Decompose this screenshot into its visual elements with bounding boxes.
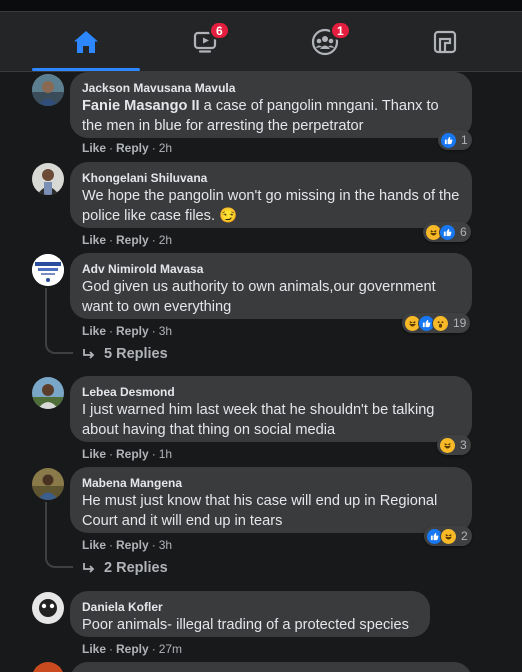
avatar[interactable] bbox=[32, 254, 64, 286]
top-navigation-bar: 6 1 bbox=[0, 12, 522, 72]
reaction-count: 19 bbox=[453, 316, 467, 330]
comment-bubble: Jackson Mavusana Mavula Fanie Masango II… bbox=[70, 72, 472, 138]
avatar[interactable] bbox=[32, 468, 64, 500]
watch-notification-badge: 6 bbox=[209, 21, 230, 40]
reply-link[interactable]: Reply bbox=[116, 538, 149, 552]
comment-actions: Like · Reply · 3h bbox=[82, 538, 173, 552]
nav-tab-home[interactable] bbox=[21, 12, 151, 72]
nav-tab-groups[interactable]: 1 bbox=[260, 12, 390, 72]
like-link[interactable]: Like bbox=[82, 538, 106, 552]
comment-time[interactable]: 3h bbox=[159, 324, 172, 338]
avatar[interactable] bbox=[32, 163, 64, 195]
reaction-summary[interactable]: 2 bbox=[424, 526, 472, 546]
browser-top-strip bbox=[0, 0, 522, 12]
avatar[interactable] bbox=[32, 74, 64, 106]
comment-text: He must just know that his case will end… bbox=[82, 493, 438, 529]
nav-tab-watch[interactable]: 6 bbox=[141, 12, 271, 72]
avatar[interactable] bbox=[32, 592, 64, 624]
comment-author[interactable]: Lebea Desmond bbox=[82, 384, 460, 400]
reaction-summary[interactable]: 3 bbox=[437, 435, 471, 455]
like-link[interactable]: Like bbox=[82, 447, 106, 461]
reply-link[interactable]: Reply bbox=[116, 324, 149, 338]
comment-bubble: Mabena Mangena He must just know that hi… bbox=[70, 467, 472, 533]
haha-icon bbox=[440, 527, 457, 545]
avatar[interactable] bbox=[32, 662, 64, 672]
comment-time[interactable]: 1h bbox=[159, 447, 172, 461]
reply-link[interactable]: Reply bbox=[116, 141, 149, 155]
haha-icon bbox=[439, 436, 456, 454]
reply-link[interactable]: Reply bbox=[116, 642, 149, 656]
comment-author[interactable]: Daniela Kofler bbox=[82, 599, 418, 615]
active-tab-indicator bbox=[32, 68, 140, 71]
reply-thread-line bbox=[45, 288, 73, 354]
nav-tab-gaming[interactable] bbox=[380, 12, 510, 72]
replies-count-label: 5 Replies bbox=[104, 346, 168, 362]
like-link[interactable]: Like bbox=[82, 141, 106, 155]
comment-author[interactable]: Mabena Mangena bbox=[82, 475, 460, 491]
reply-arrow-icon bbox=[83, 563, 95, 573]
avatar[interactable] bbox=[32, 377, 64, 409]
comment-mention[interactable]: Fanie Masango II bbox=[82, 98, 200, 114]
comment-text: I just warned him last week that he shou… bbox=[82, 402, 435, 438]
comment-time[interactable]: 2h bbox=[159, 141, 172, 155]
view-replies-link[interactable]: 2 Replies bbox=[82, 560, 168, 576]
comment-text: Poor animals- illegal trading of a prote… bbox=[82, 617, 409, 633]
comment-author[interactable]: Adv Nimirold Mavasa bbox=[82, 261, 460, 277]
reaction-count: 1 bbox=[461, 133, 468, 147]
like-link[interactable]: Like bbox=[82, 324, 106, 338]
replies-count-label: 2 Replies bbox=[104, 560, 168, 576]
comment-actions: Like · Reply · 2h bbox=[82, 233, 173, 247]
reaction-count: 2 bbox=[461, 529, 468, 543]
view-replies-link[interactable]: 5 Replies bbox=[82, 346, 168, 362]
reaction-count: 3 bbox=[460, 438, 467, 452]
comment-text: God given us authority to own animals,ou… bbox=[82, 279, 436, 315]
reply-link[interactable]: Reply bbox=[116, 233, 149, 247]
comment-actions: Like · Reply · 3h bbox=[82, 324, 173, 338]
comment-text: We hope the pangolin won't go missing in… bbox=[82, 188, 460, 224]
comment-bubble: Adv Nimirold Mavasa God given us authori… bbox=[70, 253, 472, 319]
like-link[interactable]: Like bbox=[82, 642, 106, 656]
comment-author[interactable]: Jackson Mavusana Mavula bbox=[82, 80, 460, 96]
like-icon bbox=[439, 223, 456, 241]
comment-bubble: Daniela Kofler Poor animals- illegal tra… bbox=[70, 591, 430, 637]
gaming-icon bbox=[433, 30, 457, 54]
comment-bubble bbox=[70, 662, 472, 672]
wow-icon bbox=[432, 314, 449, 332]
comment-author[interactable]: Khongelani Shiluvana bbox=[82, 170, 460, 186]
reaction-summary[interactable]: 1 bbox=[438, 130, 472, 150]
like-icon bbox=[440, 131, 457, 149]
comment-actions: Like · Reply · 27m bbox=[82, 642, 183, 656]
comment-actions: Like · Reply · 2h bbox=[82, 141, 173, 155]
comment-time[interactable]: 2h bbox=[159, 233, 172, 247]
reply-arrow-icon bbox=[83, 349, 95, 359]
reaction-count: 6 bbox=[460, 225, 467, 239]
home-icon bbox=[74, 31, 98, 53]
groups-notification-badge: 1 bbox=[330, 21, 351, 40]
comment-time[interactable]: 27m bbox=[159, 642, 182, 656]
like-link[interactable]: Like bbox=[82, 233, 106, 247]
comment-bubble: Lebea Desmond I just warned him last wee… bbox=[70, 376, 472, 442]
reply-thread-line bbox=[45, 502, 73, 568]
reaction-summary[interactable]: 19 bbox=[402, 313, 471, 333]
comment-bubble: Khongelani Shiluvana We hope the pangoli… bbox=[70, 162, 472, 228]
reaction-summary[interactable]: 6 bbox=[423, 222, 471, 242]
comment-actions: Like · Reply · 1h bbox=[82, 447, 173, 461]
comment-text: Fanie Masango II a case of pangolin mnga… bbox=[82, 97, 460, 136]
reply-link[interactable]: Reply bbox=[116, 447, 149, 461]
comment-time[interactable]: 3h bbox=[159, 538, 172, 552]
